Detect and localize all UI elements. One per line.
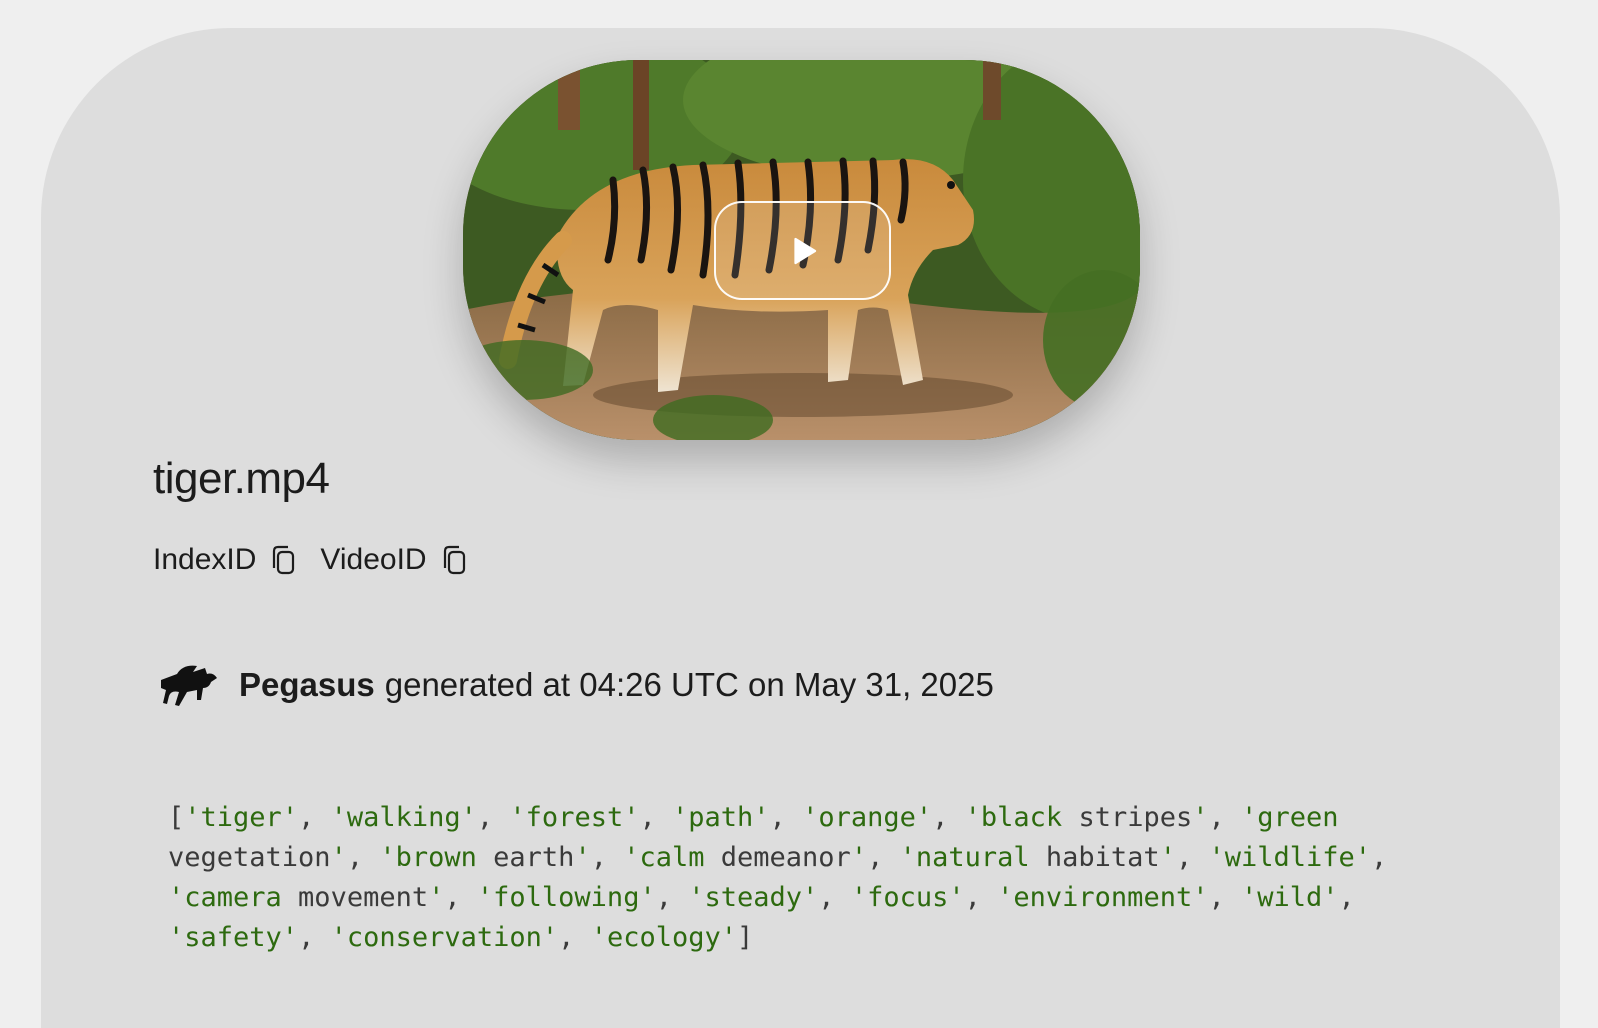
tag-item: 'tiger' — [184, 802, 299, 833]
tag-item: 'safety' — [168, 922, 299, 953]
tag-item: 'calm demeanor' — [623, 842, 868, 873]
id-row: IndexID VideoID — [153, 543, 491, 577]
generation-timestamp: generated at 04:26 UTC on May 31, 2025 — [384, 666, 994, 703]
video-player[interactable] — [463, 60, 1140, 440]
copy-index-id-button[interactable] — [268, 543, 298, 577]
tags-output: ['tiger', 'walking', 'forest', 'path', '… — [168, 802, 1388, 953]
list-close-bracket: ] — [737, 922, 754, 953]
play-button[interactable] — [714, 201, 891, 300]
tag-item: 'following' — [476, 882, 656, 913]
tag-item: 'black stripes' — [964, 802, 1209, 833]
tag-item: 'ecology' — [590, 922, 737, 953]
index-id-label: IndexID — [153, 543, 257, 576]
tag-item: 'natural habitat' — [899, 842, 1176, 873]
tag-item: 'focus' — [850, 882, 965, 913]
tag-item: 'wild' — [1241, 882, 1339, 913]
copy-icon — [443, 545, 465, 575]
tag-item: 'conservation' — [330, 922, 559, 953]
video-file-name: tiger.mp4 — [153, 454, 330, 503]
tag-item: 'brown earth' — [379, 842, 591, 873]
play-icon — [793, 237, 816, 264]
copy-icon — [273, 545, 295, 575]
list-open-bracket: [ — [168, 802, 185, 833]
tag-item: 'orange' — [802, 802, 933, 833]
tag-item: 'wildlife' — [1208, 842, 1372, 873]
tag-item: 'environment' — [997, 882, 1209, 913]
tag-item: 'steady' — [688, 882, 819, 913]
tag-item: 'path' — [672, 802, 770, 833]
model-name: Pegasus — [239, 666, 375, 703]
pegasus-logo-icon — [161, 665, 217, 706]
tag-item: 'camera movement' — [168, 882, 445, 913]
video-id-label: VideoID — [320, 543, 427, 576]
copy-video-id-button[interactable] — [439, 543, 469, 577]
tag-item: 'forest' — [509, 802, 640, 833]
generation-info: Pegasus generated at 04:26 UTC on May 31… — [157, 660, 994, 710]
tag-item: 'walking' — [330, 802, 477, 833]
